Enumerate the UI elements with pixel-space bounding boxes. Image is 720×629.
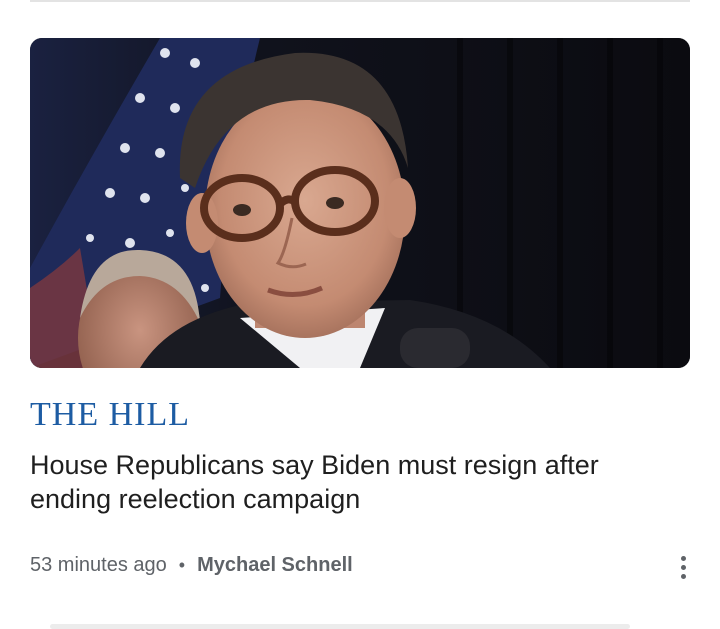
publisher-name[interactable]: THE HILL <box>30 398 690 432</box>
news-card[interactable]: THE HILL House Republicans say Biden mus… <box>30 38 690 516</box>
article-headline[interactable]: House Republicans say Biden must resign … <box>30 448 650 516</box>
article-meta: 53 minutes ago • Mychael Schnell <box>30 554 353 577</box>
more-dot <box>680 555 686 561</box>
article-thumbnail[interactable] <box>30 38 690 368</box>
timestamp: 53 minutes ago <box>30 554 167 576</box>
more-vert-icon[interactable] <box>672 552 694 582</box>
meta-separator: • <box>178 555 186 575</box>
divider <box>30 0 690 2</box>
author-name: Mychael Schnell <box>197 554 353 576</box>
divider <box>50 624 630 629</box>
news-feed: THE HILL House Republicans say Biden mus… <box>0 0 720 629</box>
more-dot <box>680 573 686 579</box>
more-dot <box>680 564 686 570</box>
